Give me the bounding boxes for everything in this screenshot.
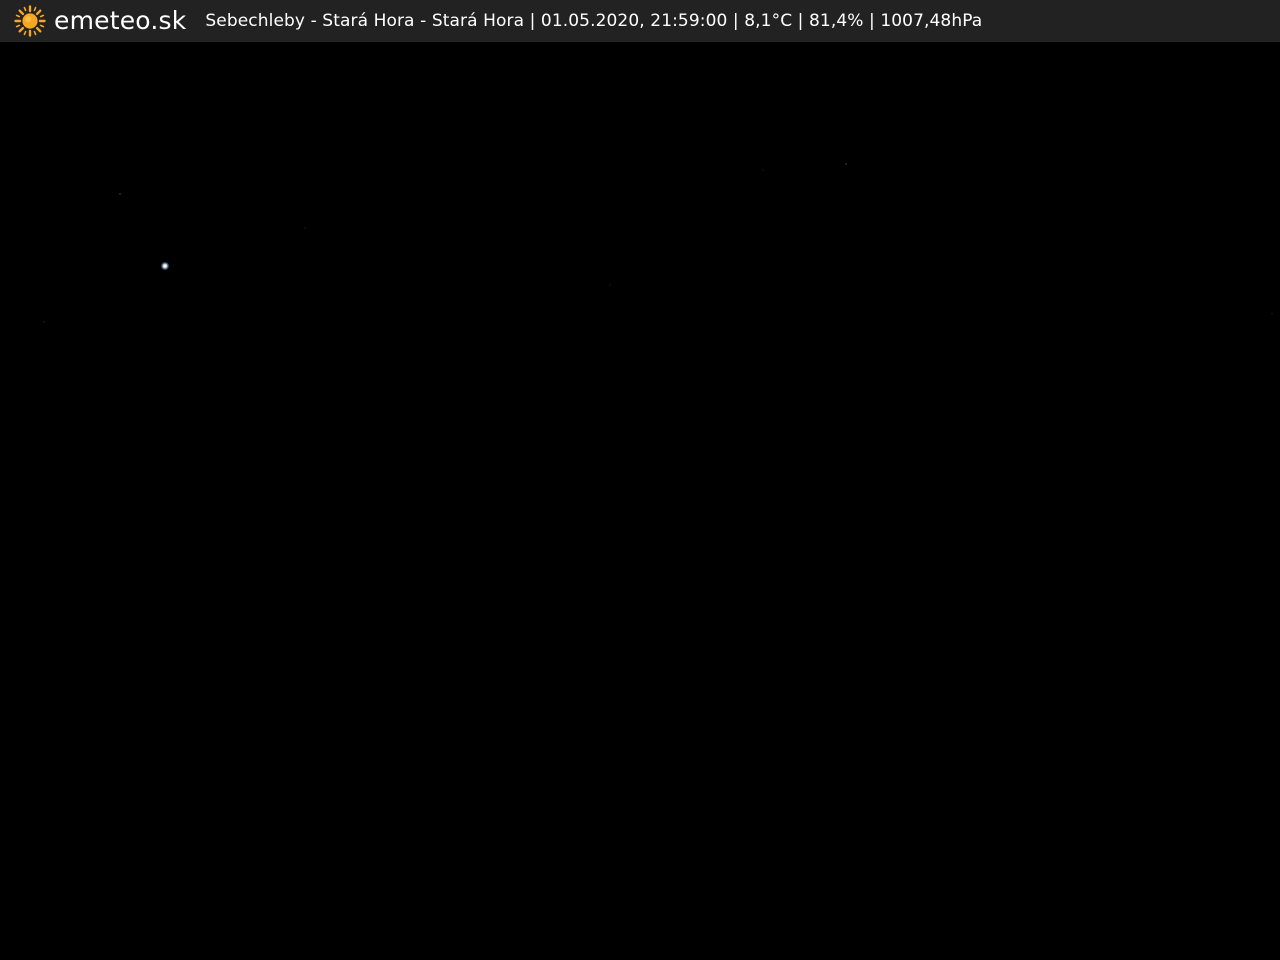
faint-star bbox=[1271, 313, 1273, 315]
bright-star-core bbox=[163, 264, 167, 268]
faint-star bbox=[119, 193, 121, 195]
night-sky-webcam-image bbox=[0, 42, 1280, 960]
webcam-header-bar: emeteo.sk Sebechleby - Stará Hora - Star… bbox=[0, 0, 1280, 42]
logo-text: emeteo.sk bbox=[54, 6, 187, 35]
faint-star bbox=[304, 227, 306, 229]
webcam-caption: Sebechleby - Stará Hora - Stará Hora | 0… bbox=[205, 11, 983, 31]
night-sky-canvas bbox=[43, 163, 1273, 323]
faint-star bbox=[43, 321, 45, 323]
faint-star bbox=[845, 163, 847, 165]
sun-icon bbox=[14, 5, 46, 37]
emeteo-logo[interactable]: emeteo.sk bbox=[14, 0, 186, 42]
faint-star bbox=[609, 284, 611, 286]
faint-star bbox=[762, 169, 764, 171]
